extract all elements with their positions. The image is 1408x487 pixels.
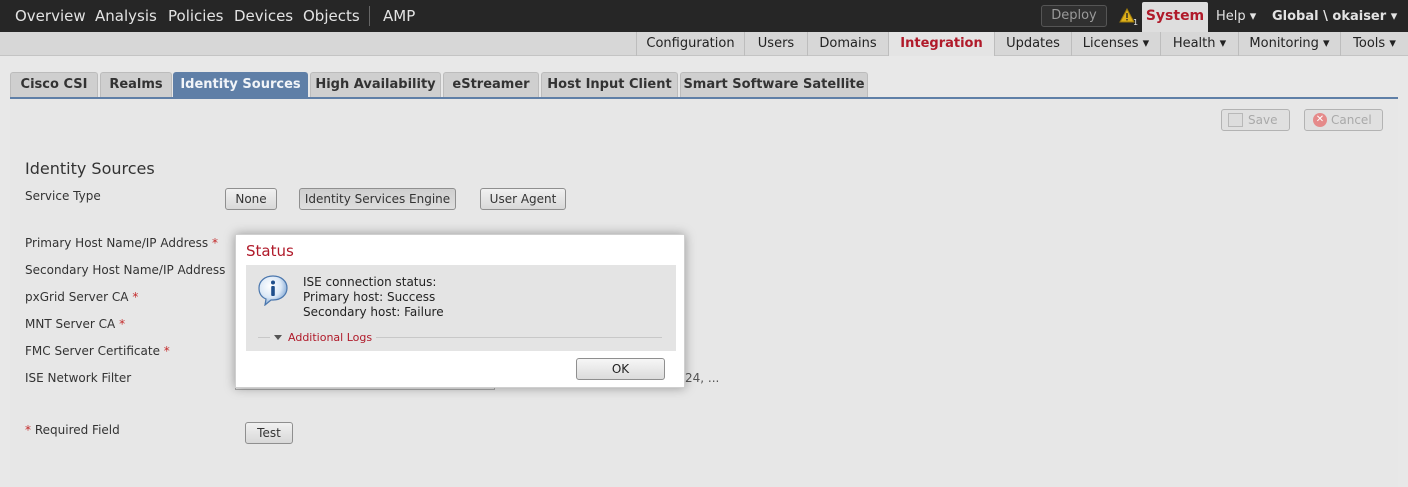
section-title: Identity Sources xyxy=(25,159,155,178)
subnav-configuration[interactable]: Configuration xyxy=(636,32,744,56)
subnav-integration[interactable]: Integration xyxy=(888,32,994,56)
service-ise-button[interactable]: Identity Services Engine xyxy=(299,188,456,210)
cancel-label: Cancel xyxy=(1331,113,1372,127)
primary-host-label: Primary Host Name/IP Address * xyxy=(25,236,218,250)
required-asterisk: * xyxy=(211,236,218,250)
mnt-ca-label: MNT Server CA * xyxy=(25,317,126,331)
nav-separator xyxy=(369,6,370,26)
fmc-cert-label: FMC Server Certificate * xyxy=(25,344,170,358)
user-menu[interactable]: Global \ okaiser ▾ xyxy=(1272,0,1397,32)
subnav-licenses[interactable]: Licenses ▾ xyxy=(1071,32,1160,56)
subnav-tools[interactable]: Tools ▾ xyxy=(1340,32,1408,56)
subnav-monitoring[interactable]: Monitoring ▾ xyxy=(1238,32,1340,56)
deploy-button[interactable]: Deploy xyxy=(1041,5,1107,27)
subnav-health[interactable]: Health ▾ xyxy=(1160,32,1238,56)
tab-host-input-client[interactable]: Host Input Client xyxy=(541,72,678,97)
nav-policies[interactable]: Policies xyxy=(168,0,223,32)
service-type-label: Service Type xyxy=(25,189,101,203)
system-tab[interactable]: System xyxy=(1142,2,1208,32)
cancel-button[interactable]: ✕ Cancel xyxy=(1304,109,1383,131)
help-menu[interactable]: Help ▾ xyxy=(1216,0,1256,32)
ise-filter-label: ISE Network Filter xyxy=(25,371,132,385)
save-icon xyxy=(1228,113,1243,127)
chevron-down-icon xyxy=(274,335,282,340)
tab-estreamer[interactable]: eStreamer xyxy=(443,72,539,97)
additional-logs-toggle[interactable]: Additional Logs xyxy=(270,331,377,344)
subnav-domains[interactable]: Domains xyxy=(807,32,888,56)
alert-count: 1 xyxy=(1133,18,1138,26)
tab-cisco-csi[interactable]: Cisco CSI xyxy=(10,72,98,97)
tab-realms[interactable]: Realms xyxy=(100,72,172,97)
subnav-updates[interactable]: Updates xyxy=(994,32,1071,56)
tab-high-availability[interactable]: High Availability xyxy=(310,72,441,97)
status-line-primary: Primary host: Success xyxy=(303,290,436,304)
filter-hint: 24, ... xyxy=(685,371,720,385)
dialog-title: Status xyxy=(246,242,294,260)
nav-objects[interactable]: Objects xyxy=(303,0,360,32)
pxgrid-ca-label: pxGrid Server CA * xyxy=(25,290,139,304)
nav-devices[interactable]: Devices xyxy=(234,0,293,32)
subnav-users[interactable]: Users xyxy=(744,32,807,56)
save-button[interactable]: Save xyxy=(1221,109,1290,131)
service-user-agent-button[interactable]: User Agent xyxy=(480,188,566,210)
service-none-button[interactable]: None xyxy=(225,188,277,210)
system-sub-navigation: Configuration Users Domains Integration … xyxy=(0,32,1408,56)
tab-identity-sources[interactable]: Identity Sources xyxy=(173,72,308,97)
required-asterisk: * xyxy=(132,290,139,304)
save-label: Save xyxy=(1248,113,1278,127)
dialog-body: ISE connection status: Primary host: Suc… xyxy=(246,265,676,351)
nav-amp[interactable]: AMP xyxy=(383,0,415,32)
cancel-icon: ✕ xyxy=(1313,113,1327,127)
ok-button[interactable]: OK xyxy=(576,358,665,380)
test-button[interactable]: Test xyxy=(245,422,293,444)
identity-sources-panel xyxy=(10,99,1398,487)
required-field-note: * Required Field xyxy=(25,423,120,437)
required-asterisk: * xyxy=(163,344,170,358)
nav-overview[interactable]: Overview xyxy=(15,0,86,32)
status-dialog: Status ISE connection status: Primary ho… xyxy=(235,234,685,388)
info-icon xyxy=(258,275,288,306)
nav-analysis[interactable]: Analysis xyxy=(95,0,157,32)
status-line-secondary: Secondary host: Failure xyxy=(303,305,444,319)
required-asterisk: * xyxy=(119,317,126,331)
secondary-host-label: Secondary Host Name/IP Address xyxy=(25,263,226,277)
top-navigation-bar: Overview Analysis Policies Devices Objec… xyxy=(0,0,1408,32)
warning-icon[interactable]: 1 xyxy=(1119,8,1139,26)
tab-smart-software-satellite[interactable]: Smart Software Satellite xyxy=(680,72,868,97)
status-line-heading: ISE connection status: xyxy=(303,275,437,289)
